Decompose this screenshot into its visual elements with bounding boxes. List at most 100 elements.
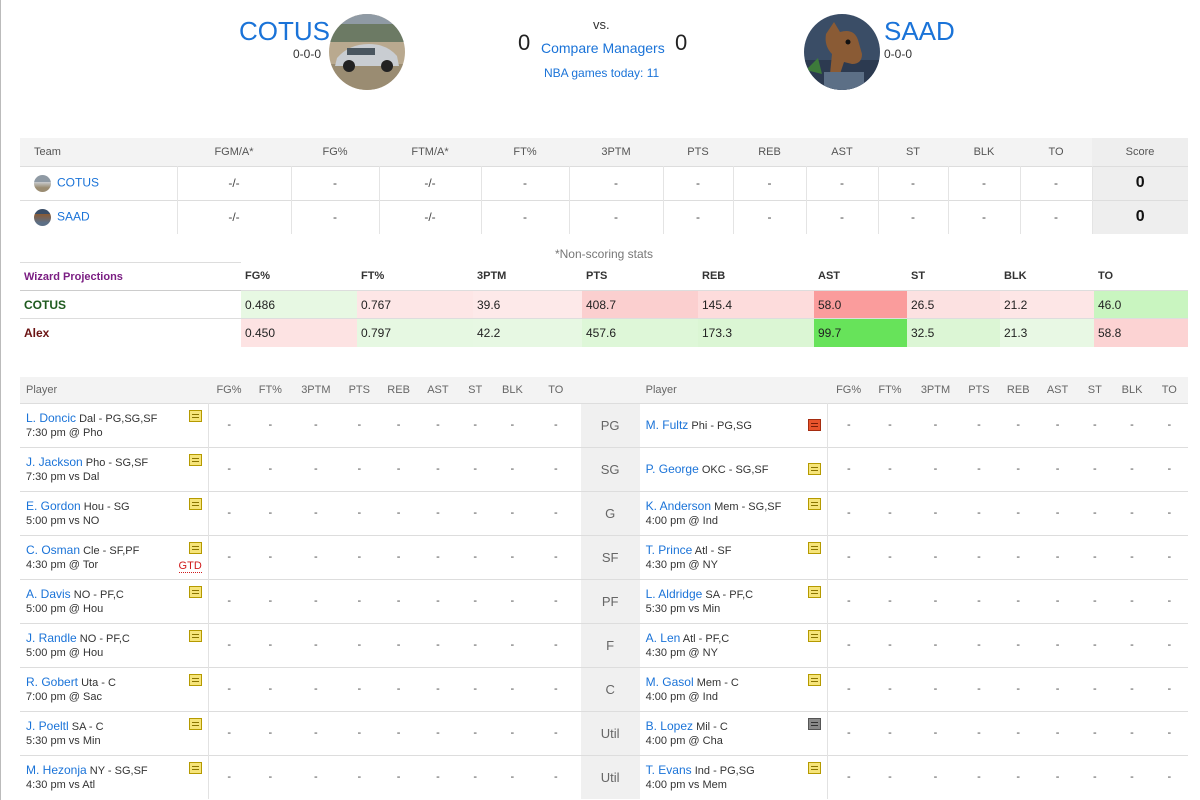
player-note-icon[interactable] (188, 541, 202, 554)
left-player-stat: - (456, 402, 494, 447)
player-name-link[interactable]: L. Aldridge (646, 587, 703, 601)
right-player-stat: - (1038, 622, 1077, 667)
player-name-link[interactable]: A. Davis (26, 587, 71, 601)
right-team-avatar[interactable] (804, 14, 880, 90)
projection-value-cell: 21.3 (1000, 318, 1094, 347)
roster-row: C. Osman Cle - SF,PF 4:30 pm @ Tor GTD - - - -… (20, 534, 1188, 579)
player-note-icon[interactable] (188, 409, 202, 422)
left-roster-col-header: FG% (208, 377, 250, 403)
right-player-stat: - (1038, 490, 1077, 535)
left-player-stat: - (208, 402, 250, 447)
left-player-stat: - (340, 666, 378, 711)
player-note-icon[interactable] (188, 497, 202, 510)
left-player-stat: - (208, 754, 250, 799)
left-player-stat: - (291, 666, 341, 711)
projection-value-cell: 173.3 (698, 318, 814, 347)
player-name-link[interactable]: T. Prince (646, 543, 693, 557)
player-team-positions: Mem - SG,SF (714, 501, 782, 513)
player-note-icon[interactable] (188, 453, 202, 466)
player-note-icon[interactable] (188, 761, 202, 774)
player-note-icon[interactable] (808, 497, 822, 510)
player-line: T. Prince Atl - SF (646, 543, 828, 557)
scoreboard-stat-cell: - (806, 165, 879, 200)
player-game-time: 4:00 pm @ Ind (645, 515, 718, 527)
scoreboard-stat-cell: - (663, 165, 734, 200)
right-player-stat: - (1038, 534, 1077, 579)
matchup-header: COTUS 0-0-0 0 vs. Compare Managers 0 NBA… (0, 0, 1200, 120)
player-name-link[interactable]: E. Gordon (26, 499, 81, 513)
right-player-stat: - (1150, 578, 1188, 623)
scoreboard-team-cell[interactable]: COTUS (20, 165, 178, 200)
player-note-icon[interactable] (188, 717, 202, 730)
horse-cartoon-icon (804, 14, 880, 90)
player-game-time: 5:00 pm @ Hou (26, 603, 104, 615)
scoreboard-row: COTUS -/- - -/- - - - - - - - -0 (20, 165, 1188, 200)
left-player-stat: - (456, 578, 494, 623)
player-name-link[interactable]: M. Fultz (646, 418, 689, 432)
left-player-stat: - (531, 578, 581, 623)
player-team-positions: SA - PF,C (705, 589, 754, 601)
right-player-stat: - (1076, 446, 1114, 491)
player-name-link[interactable]: J. Poeltl (26, 719, 69, 733)
player-name-link[interactable]: J. Jackson (26, 455, 83, 469)
player-team-positions: Mem - C (696, 677, 739, 689)
right-player-stat: - (827, 622, 870, 667)
left-player-stat: - (493, 754, 531, 799)
right-team-name[interactable]: SAAD (884, 16, 955, 47)
player-note-icon[interactable] (808, 462, 822, 475)
player-name-link[interactable]: A. Len (646, 631, 681, 645)
player-note-icon[interactable] (808, 761, 822, 774)
roster-row: A. Davis NO - PF,C 5:00 pm @ Hou - - - - - - - - -… (20, 578, 1188, 623)
right-player-stat: - (960, 446, 998, 491)
scoreboard-stat-cell: - (481, 199, 570, 234)
player-name-link[interactable]: C. Osman (26, 543, 80, 557)
player-note-icon[interactable] (808, 418, 822, 431)
car-photo-icon (329, 14, 405, 90)
player-name-link[interactable]: J. Randle (26, 631, 77, 645)
player-name-link[interactable]: T. Evans (646, 763, 692, 777)
player-name-link[interactable]: L. Doncic (26, 411, 76, 425)
roster-slot-position: Util (580, 710, 640, 755)
player-note-icon[interactable] (808, 717, 822, 730)
left-player-stat: - (291, 578, 341, 623)
left-team-name[interactable]: COTUS (239, 16, 330, 47)
roster-comparison-table: Player FG% FT% 3PTM PTS REB AST ST BLK TO Player FG… (20, 377, 1188, 799)
player-note-icon[interactable] (188, 629, 202, 642)
projection-value-cell: 145.4 (698, 290, 814, 319)
player-note-icon[interactable] (188, 673, 202, 686)
scoreboard-stat-cell: -/- (177, 199, 292, 234)
player-game-time: 4:30 pm vs Atl (26, 779, 96, 792)
player-note-icon[interactable] (188, 585, 202, 598)
scoreboard-team-cell[interactable]: SAAD (20, 199, 178, 234)
player-name-link[interactable]: K. Anderson (646, 499, 711, 513)
compare-managers-link[interactable]: Compare Managers (541, 40, 665, 56)
projection-row: Alex 0.450 0.797 42.2 457.6 173.3 99.7 32.5 21.3… (20, 318, 1188, 347)
right-roster-col-header: TO (1150, 377, 1188, 403)
player-name-link[interactable]: B. Lopez (646, 719, 693, 733)
left-player-stat: - (340, 578, 378, 623)
player-line: E. Gordon Hou - SG (26, 499, 208, 513)
player-line: J. Randle NO - PF,C (26, 631, 208, 645)
player-note-icon[interactable] (808, 673, 822, 686)
nba-games-today-link[interactable]: NBA games today: 11 (544, 66, 659, 80)
player-note-icon[interactable] (808, 585, 822, 598)
col-header-score: Score (1092, 138, 1188, 166)
player-status-badge[interactable]: GTD (178, 560, 202, 573)
right-player-cell: T. Prince Atl - SF 4:30 pm @ NY (639, 534, 829, 579)
scoreboard-team-name[interactable]: SAAD (57, 209, 90, 223)
player-name-link[interactable]: M. Hezonja (26, 763, 87, 777)
player-team-positions: Pho - SG,SF (85, 457, 149, 469)
left-team-avatar[interactable] (329, 14, 405, 90)
player-name-link[interactable]: P. George (646, 462, 699, 476)
left-player-cell: M. Hezonja NY - SG,SF 4:30 pm vs Atl (20, 754, 209, 799)
projection-value-cell: 32.5 (907, 318, 1000, 347)
projection-value-cell: 21.2 (1000, 290, 1094, 319)
right-player-stat: - (1038, 446, 1077, 491)
scoreboard-team-name[interactable]: COTUS (57, 175, 99, 189)
player-name-link[interactable]: M. Gasol (646, 675, 694, 689)
player-note-icon[interactable] (808, 629, 822, 642)
left-player-stat: - (291, 490, 341, 535)
projection-value-cell: 26.5 (907, 290, 1000, 319)
player-name-link[interactable]: R. Gobert (26, 675, 78, 689)
player-note-icon[interactable] (808, 541, 822, 554)
